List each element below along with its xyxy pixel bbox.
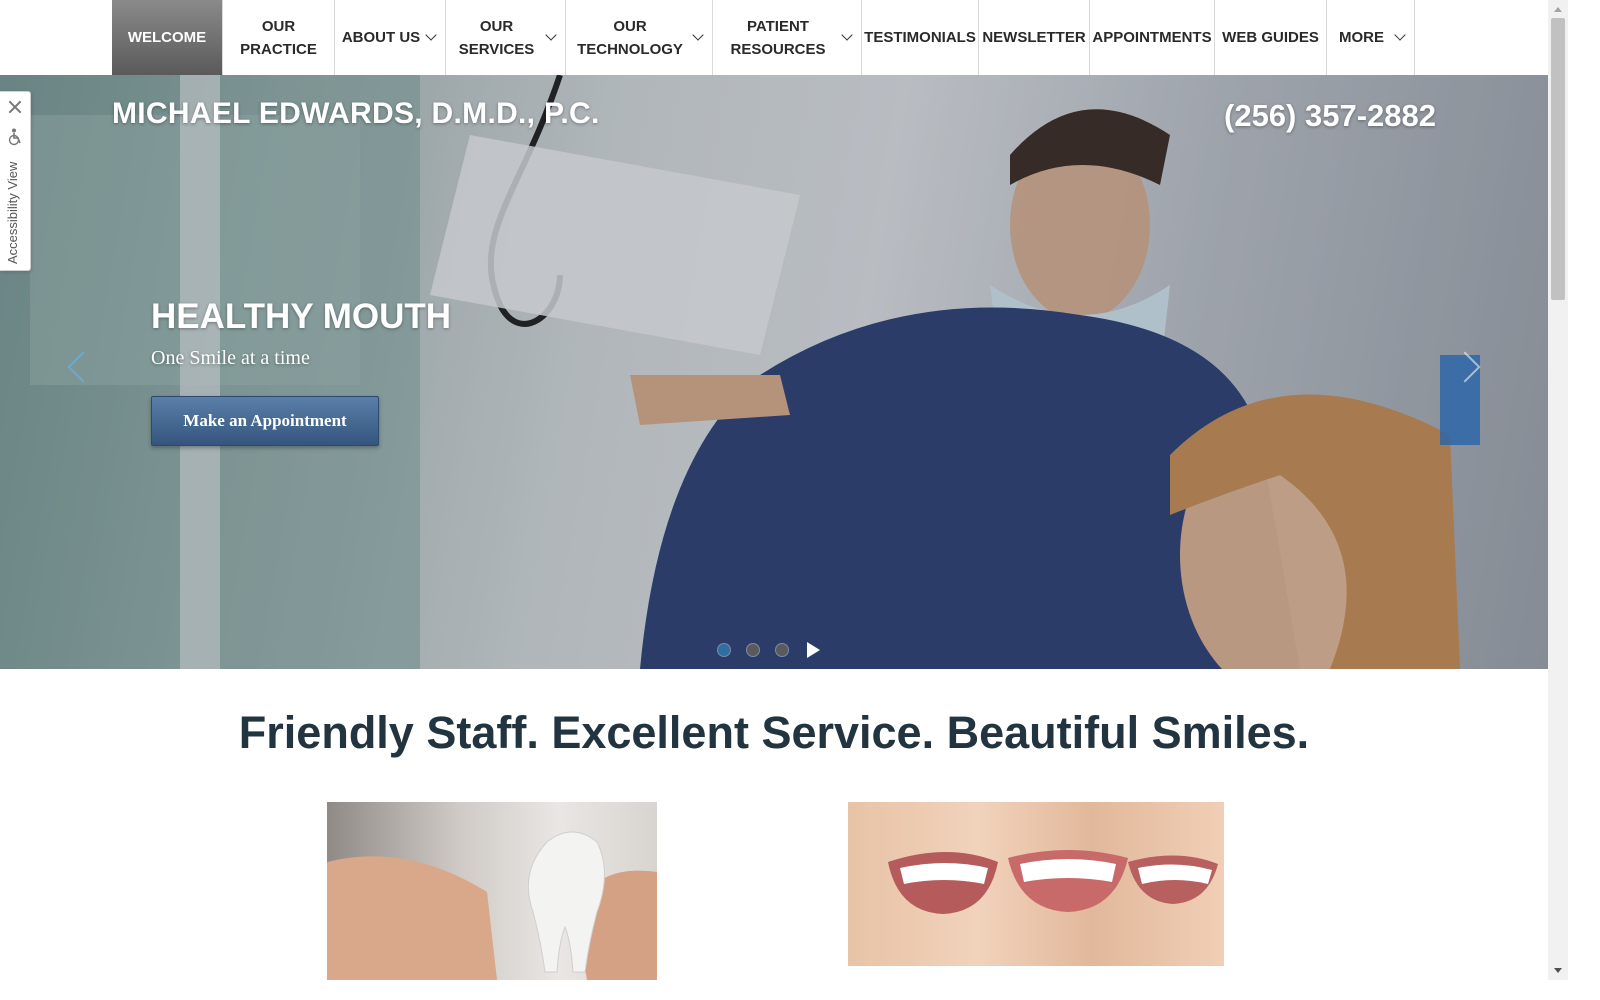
tooth-model-photo (327, 802, 657, 980)
slide-dot-2[interactable] (747, 644, 759, 656)
slide-dot-1[interactable] (718, 644, 730, 656)
page-scrollbar[interactable] (1548, 0, 1568, 980)
nav-label-line: ABOUT US (341, 29, 421, 46)
hero-slider: MICHAEL EDWARDS, D.M.D., P.C. (256) 357-… (0, 75, 1548, 669)
accessibility-tab[interactable]: Accessibility View (0, 91, 31, 271)
nav-label: ABOUT US (342, 26, 420, 49)
phone-number[interactable]: (256) 357-2882 (1224, 98, 1436, 134)
make-appointment-button[interactable]: Make an Appointment (151, 396, 379, 446)
main-navigation: WELCOME OUR PRACTICE ABOUT US OUR SERVICES OUR… (0, 0, 1548, 75)
nav-appointments[interactable]: APPOINTMENTS (1090, 0, 1215, 75)
smiling-women-photo (848, 802, 1224, 966)
nav-label: MORE (1339, 26, 1384, 49)
nav-label-line: WELCOME (127, 29, 207, 46)
wheelchair-icon (8, 128, 21, 146)
nav-label: WEB GUIDES (1222, 26, 1319, 49)
nav-label-line: APPOINTMENTS (1092, 29, 1212, 46)
nav-web-guides[interactable]: WEB GUIDES (1215, 0, 1327, 75)
chevron-down-icon (425, 29, 437, 41)
slider-pagination (718, 642, 820, 658)
chevron-down-icon (692, 29, 704, 41)
slide-subtitle: One Smile at a time (151, 347, 310, 369)
nav-label-line: PATIENT (747, 17, 809, 35)
nav-label: PATIENT RESOURCES (730, 15, 825, 61)
slide-dot-3[interactable] (776, 644, 788, 656)
chevron-down-icon (841, 29, 853, 41)
nav-patient-resources[interactable]: PATIENT RESOURCES (713, 0, 862, 75)
chevron-down-icon (545, 29, 557, 41)
tagline-heading: Friendly Staff. Excellent Service. Beaut… (238, 707, 1310, 758)
scrollbar-thumb[interactable] (1551, 18, 1565, 300)
nav-label-line: OUR (479, 17, 514, 35)
nav-label-line: WEB GUIDES (1222, 29, 1319, 46)
nav-label-line: PRACTICE (240, 40, 317, 58)
nav-menu: WELCOME OUR PRACTICE ABOUT US OUR SERVICES OUR… (112, 0, 1415, 75)
nav-label-line: TECHNOLOGY (577, 40, 683, 58)
nav-more[interactable]: MORE (1327, 0, 1415, 75)
nav-label-line: OUR (613, 17, 647, 35)
nav-label-line: MORE (1339, 29, 1384, 46)
nav-newsletter[interactable]: NEWSLETTER (979, 0, 1090, 75)
accessibility-view-label[interactable]: Accessibility View (5, 154, 25, 264)
practice-name[interactable]: MICHAEL EDWARDS, D.M.D., P.C. (112, 97, 600, 131)
nav-label: TESTIMONIALS (864, 26, 976, 49)
nav-welcome[interactable]: WELCOME (112, 0, 223, 75)
nav-label-line: SERVICES (458, 40, 535, 58)
play-icon[interactable] (807, 642, 820, 658)
nav-label-line: NEWSLETTER (982, 29, 1086, 46)
scroll-down-arrow-icon[interactable] (1548, 963, 1568, 980)
nav-testimonials[interactable]: TESTIMONIALS (862, 0, 979, 75)
nav-label: NEWSLETTER (982, 26, 1085, 49)
nav-label-line: OUR (261, 17, 296, 35)
nav-about-us[interactable]: ABOUT US (335, 0, 446, 75)
nav-our-practice[interactable]: OUR PRACTICE (223, 0, 335, 75)
nav-label: OUR SERVICES (459, 15, 535, 61)
hero-overlay (0, 75, 1548, 669)
nav-our-technology[interactable]: OUR TECHNOLOGY (566, 0, 713, 75)
nav-label: OUR TECHNOLOGY (577, 15, 683, 61)
close-icon[interactable] (8, 100, 22, 114)
nav-label: OUR PRACTICE (240, 15, 317, 61)
slide-title: HEALTHY MOUTH (151, 297, 452, 336)
scroll-up-arrow-icon[interactable] (1548, 0, 1568, 17)
nav-label-line: RESOURCES (730, 40, 826, 58)
nav-label: APPOINTMENTS (1092, 26, 1211, 49)
nav-our-services[interactable]: OUR SERVICES (446, 0, 566, 75)
nav-label: WELCOME (128, 26, 206, 49)
chevron-down-icon (1394, 29, 1406, 41)
nav-label-line: TESTIMONIALS (864, 29, 976, 46)
